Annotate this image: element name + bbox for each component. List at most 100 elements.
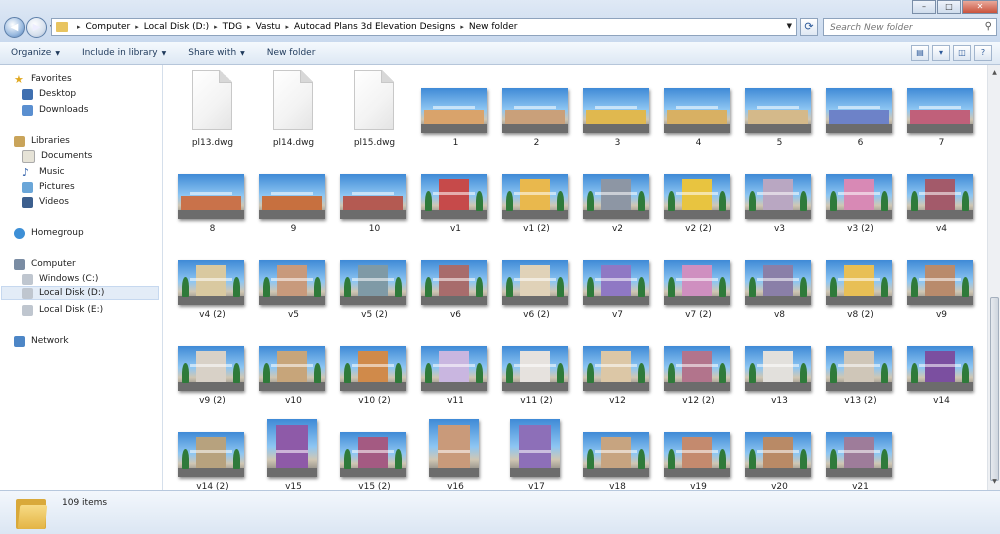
breadcrumb-autocad[interactable]: Autocad Plans 3d Elevation Designs	[294, 22, 455, 32]
file-item[interactable]: v7 (2)	[658, 239, 739, 325]
breadcrumb-vastu[interactable]: Vastu	[256, 22, 281, 32]
file-item[interactable]: v7	[577, 239, 658, 325]
file-item[interactable]: v16	[415, 411, 496, 490]
breadcrumb-tdg[interactable]: TDG	[223, 22, 242, 32]
file-item[interactable]: v21	[820, 411, 901, 490]
file-item[interactable]: v3 (2)	[820, 153, 901, 239]
file-item[interactable]: v10 (2)	[334, 325, 415, 411]
file-item[interactable]: v6	[415, 239, 496, 325]
sidebar-item-downloads[interactable]: Downloads	[22, 103, 88, 117]
help-icon[interactable]: ?	[974, 45, 992, 61]
file-item[interactable]: v18	[577, 411, 658, 490]
file-item[interactable]: v15	[253, 411, 334, 490]
file-item[interactable]: v11 (2)	[496, 325, 577, 411]
file-item[interactable]: 7	[901, 67, 982, 153]
organize-button[interactable]: Organize ▼	[0, 48, 71, 58]
search-icon[interactable]: ⚲	[985, 21, 992, 32]
file-item[interactable]: v12	[577, 325, 658, 411]
file-item[interactable]: v10	[253, 325, 334, 411]
sidebar-item-favorites[interactable]: ★ Favorites	[14, 72, 72, 86]
view-dropdown-icon[interactable]: ▾	[932, 45, 950, 61]
sidebar-item-homegroup[interactable]: Homegroup	[14, 226, 84, 240]
file-item[interactable]: v13	[739, 325, 820, 411]
change-view-icon[interactable]: ▤	[911, 45, 929, 61]
file-item[interactable]: 3	[577, 67, 658, 153]
sidebar-item-computer[interactable]: Computer	[14, 257, 76, 271]
new-folder-button[interactable]: New folder	[256, 48, 327, 58]
close-icon[interactable]: ✕	[962, 0, 998, 14]
search-input[interactable]	[828, 20, 982, 36]
sidebar-item-network[interactable]: Network	[14, 334, 69, 348]
breadcrumb-separator-icon[interactable]: ▸	[460, 23, 464, 31]
file-item[interactable]: v5 (2)	[334, 239, 415, 325]
sidebar-item-music[interactable]: ♪ Music	[22, 165, 65, 179]
file-item[interactable]: 10	[334, 153, 415, 239]
refresh-icon[interactable]: ⟳	[800, 18, 818, 36]
file-item[interactable]: v8 (2)	[820, 239, 901, 325]
forward-arrow-icon[interactable]: ▶	[26, 17, 47, 38]
file-item[interactable]: v12 (2)	[658, 325, 739, 411]
file-item[interactable]: v6 (2)	[496, 239, 577, 325]
sidebar-item-videos[interactable]: Videos	[22, 195, 69, 209]
file-item[interactable]: v14 (2)	[172, 411, 253, 490]
file-item[interactable]: v11	[415, 325, 496, 411]
file-item[interactable]: pl15.dwg	[334, 67, 415, 153]
minimize-icon[interactable]: –	[912, 0, 936, 14]
scroll-down-icon[interactable]: ▼	[989, 476, 1000, 488]
file-item[interactable]: v4 (2)	[172, 239, 253, 325]
file-item[interactable]: v4	[901, 153, 982, 239]
dwg-file-icon	[354, 70, 394, 130]
address-dropdown-icon[interactable]: ▼	[787, 22, 792, 30]
include-in-library-button[interactable]: Include in library ▼	[71, 48, 177, 58]
search-box[interactable]: ⚲	[823, 18, 997, 36]
breadcrumb-separator-icon[interactable]: ▸	[286, 23, 290, 31]
vertical-scrollbar[interactable]: ▲ ▼	[987, 65, 1000, 490]
file-item[interactable]: v3	[739, 153, 820, 239]
file-item[interactable]: v14	[901, 325, 982, 411]
preview-pane-icon[interactable]: ◫	[953, 45, 971, 61]
sidebar-item-drive-c[interactable]: Windows (C:)	[22, 272, 98, 286]
file-item[interactable]: 9	[253, 153, 334, 239]
file-item[interactable]: v20	[739, 411, 820, 490]
file-item[interactable]: 6	[820, 67, 901, 153]
breadcrumb-separator-icon[interactable]: ▸	[247, 23, 251, 31]
file-item[interactable]: v17	[496, 411, 577, 490]
file-item[interactable]: pl13.dwg	[172, 67, 253, 153]
file-item[interactable]: v1 (2)	[496, 153, 577, 239]
file-item[interactable]: 5	[739, 67, 820, 153]
file-item[interactable]: v13 (2)	[820, 325, 901, 411]
file-item[interactable]: v15 (2)	[334, 411, 415, 490]
breadcrumb-separator-icon[interactable]: ▸	[77, 23, 81, 31]
sidebar-item-drive-d[interactable]: Local Disk (D:)	[1, 286, 159, 300]
sidebar-item-documents[interactable]: Documents	[22, 149, 92, 163]
scrollbar-thumb[interactable]	[990, 297, 999, 481]
breadcrumb-separator-icon[interactable]: ▸	[214, 23, 218, 31]
breadcrumb-separator-icon[interactable]: ▸	[135, 23, 139, 31]
file-item[interactable]: 2	[496, 67, 577, 153]
file-item[interactable]: v2	[577, 153, 658, 239]
sidebar-item-drive-e[interactable]: Local Disk (E:)	[22, 303, 103, 317]
thumbnail-window-band	[351, 192, 395, 195]
scroll-up-icon[interactable]: ▲	[989, 67, 1000, 79]
address-bar[interactable]: ▸ Computer ▸ Local Disk (D:) ▸ TDG ▸ Vas…	[51, 18, 797, 36]
file-item[interactable]: v9	[901, 239, 982, 325]
sidebar-item-libraries[interactable]: Libraries	[14, 134, 70, 148]
file-item[interactable]: v9 (2)	[172, 325, 253, 411]
breadcrumb-new-folder[interactable]: New folder	[469, 22, 518, 32]
file-item[interactable]: v2 (2)	[658, 153, 739, 239]
file-item[interactable]: 8	[172, 153, 253, 239]
file-item[interactable]: 4	[658, 67, 739, 153]
sidebar-item-pictures[interactable]: Pictures	[22, 180, 75, 194]
breadcrumb-drive-d[interactable]: Local Disk (D:)	[144, 22, 209, 32]
share-with-button[interactable]: Share with ▼	[177, 48, 256, 58]
sidebar-item-desktop[interactable]: Desktop	[22, 87, 76, 101]
breadcrumb-computer[interactable]: Computer	[86, 22, 131, 32]
back-arrow-icon[interactable]: ◀	[4, 17, 25, 38]
file-item[interactable]: pl14.dwg	[253, 67, 334, 153]
file-item[interactable]: v8	[739, 239, 820, 325]
file-item[interactable]: v19	[658, 411, 739, 490]
file-item[interactable]: v5	[253, 239, 334, 325]
maximize-icon[interactable]: □	[937, 0, 961, 14]
file-item[interactable]: v1	[415, 153, 496, 239]
file-item[interactable]: 1	[415, 67, 496, 153]
